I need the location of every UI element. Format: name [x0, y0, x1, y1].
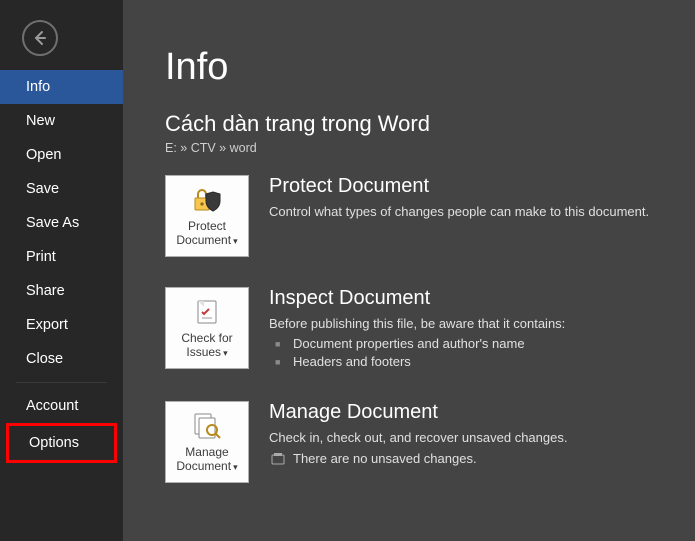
protect-document-section: Protect Document▾ Protect Document Contr… [165, 175, 695, 257]
inspect-desc: Before publishing this file, be aware th… [269, 316, 565, 331]
protect-tile-label: Protect Document▾ [176, 219, 237, 248]
unsaved-icon [271, 452, 285, 466]
protect-title: Protect Document [269, 175, 649, 198]
manage-document-tile[interactable]: Manage Document▾ [165, 401, 249, 483]
protect-desc: Control what types of changes people can… [269, 204, 649, 219]
sidebar-item-info[interactable]: Info [0, 70, 123, 104]
options-highlight-box: Options [6, 423, 117, 463]
inspect-item: Document properties and author's name [269, 335, 565, 353]
sidebar-item-share[interactable]: Share [0, 274, 123, 308]
page-title: Info [165, 46, 695, 89]
inspect-document-section: Check for Issues▾ Inspect Document Befor… [165, 287, 695, 371]
manage-document-section: Manage Document▾ Manage Document Check i… [165, 401, 695, 483]
sidebar-item-export[interactable]: Export [0, 308, 123, 342]
manage-title: Manage Document [269, 401, 567, 424]
back-arrow-icon [32, 30, 48, 46]
inspect-item: Headers and footers [269, 353, 565, 371]
sidebar-item-open[interactable]: Open [0, 138, 123, 172]
sidebar-item-options[interactable]: Options [9, 426, 114, 460]
protect-document-tile[interactable]: Protect Document▾ [165, 175, 249, 257]
inspect-title: Inspect Document [269, 287, 565, 310]
sidebar-item-save-as[interactable]: Save As [0, 206, 123, 240]
backstage-sidebar: Info New Open Save Save As Print Share E… [0, 0, 123, 541]
checklist-icon [194, 297, 220, 327]
back-button[interactable] [22, 20, 58, 56]
info-panel: Info Cách dàn trang trong Word E: » CTV … [123, 0, 695, 541]
sidebar-item-save[interactable]: Save [0, 172, 123, 206]
check-for-issues-tile[interactable]: Check for Issues▾ [165, 287, 249, 369]
sidebar-item-print[interactable]: Print [0, 240, 123, 274]
document-title: Cách dàn trang trong Word [165, 111, 695, 137]
document-path: E: » CTV » word [165, 141, 695, 155]
inspect-tile-label: Check for Issues▾ [181, 331, 232, 360]
sidebar-item-close[interactable]: Close [0, 342, 123, 376]
manage-status: There are no unsaved changes. [269, 451, 567, 466]
manage-tile-label: Manage Document▾ [176, 445, 237, 474]
document-search-icon [192, 411, 222, 441]
inspect-items-list: Document properties and author's name He… [269, 335, 565, 371]
sidebar-item-account[interactable]: Account [0, 389, 123, 423]
manage-desc: Check in, check out, and recover unsaved… [269, 430, 567, 445]
sidebar-item-new[interactable]: New [0, 104, 123, 138]
lock-shield-icon [192, 185, 222, 215]
sidebar-divider [16, 382, 107, 383]
